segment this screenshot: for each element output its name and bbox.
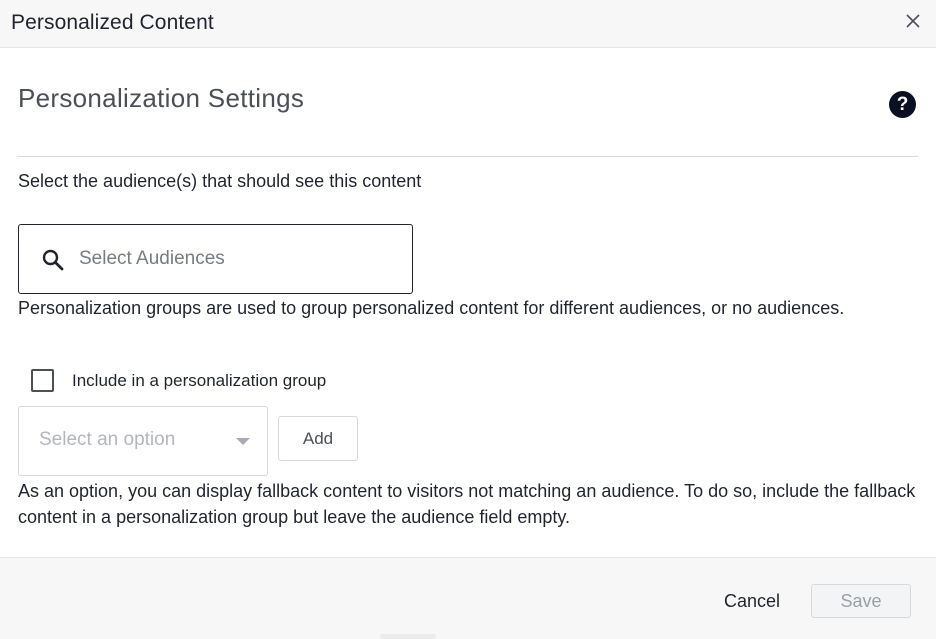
dialog-title: Personalized Content <box>11 11 214 34</box>
save-button[interactable]: Save <box>811 584 911 618</box>
dialog-header: Personalized Content <box>0 0 936 48</box>
help-icon[interactable]: ? <box>889 91 916 118</box>
chevron-down-icon <box>236 438 250 445</box>
close-button[interactable] <box>902 10 924 32</box>
resize-handle <box>380 634 436 639</box>
checkbox-label: Include in a personalization group <box>72 370 327 390</box>
fallback-description: As an option, you can display fallback c… <box>18 481 916 527</box>
divider <box>17 156 918 157</box>
group-select-placeholder: Select an option <box>39 429 176 450</box>
audience-placeholder: Select Audiences <box>79 248 225 269</box>
audience-label: Select the audience(s) that should see t… <box>18 171 422 191</box>
personalization-group-checkbox-row[interactable]: Include in a personalization group <box>31 369 326 392</box>
cancel-button[interactable]: Cancel <box>705 584 799 618</box>
group-select[interactable]: Select an option <box>18 406 268 476</box>
close-icon <box>906 14 920 28</box>
personalization-group-checkbox[interactable] <box>31 369 54 392</box>
groups-description: Personalization groups are used to group… <box>18 298 845 318</box>
section-title: Personalization Settings <box>18 83 305 113</box>
add-button[interactable]: Add <box>278 416 358 461</box>
search-icon <box>42 249 64 271</box>
audience-search-input[interactable]: Select Audiences <box>18 224 413 294</box>
